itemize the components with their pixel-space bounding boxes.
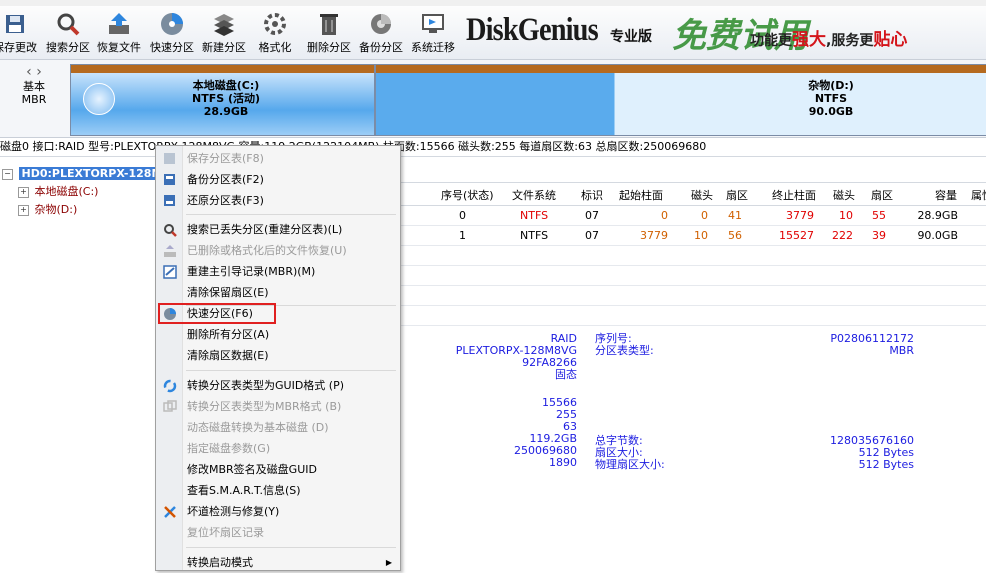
table-row[interactable]: 1 NTFS 07 3779 10 56 15527 222 39 90.0GB (399, 226, 986, 246)
search-partition-icon (53, 9, 83, 39)
backup-table-icon (162, 172, 177, 187)
disk-map: ‹ › 基本 MBR 本地磁盘(C:) NTFS (活动) 28.9GB 杂物(… (0, 60, 986, 138)
tree-partition-d[interactable]: + 杂物(D:) (18, 202, 77, 217)
system-migration-button[interactable]: 系统迁移 (408, 6, 458, 59)
search-partition-button[interactable]: 搜索分区 (44, 6, 92, 59)
menu-item-clear-reserved-sectors[interactable]: 清除保留扇区(E) (156, 282, 400, 303)
partition-block-c[interactable]: 本地磁盘(C:) NTFS (活动) 28.9GB (70, 64, 375, 136)
menu-item-set-disk-params[interactable]: 指定磁盘参数(G) (156, 438, 400, 459)
menu-item-convert-boot-mode[interactable]: 转换启动模式 ▶ (156, 552, 400, 573)
menu-item-recover-files[interactable]: 已删除或格式化后的文件恢复(U) (156, 240, 400, 261)
table-row-empty (399, 266, 986, 286)
disk-details-left-2: 15566 255 63 119.2GB 250069680 1890 (514, 396, 577, 469)
delete-partition-icon (314, 9, 344, 39)
table-row-empty (399, 306, 986, 326)
menu-item-bad-sector-repair[interactable]: 坏道检测与修复(Y) (156, 501, 400, 522)
menu-separator (186, 214, 396, 215)
new-partition-icon (209, 9, 239, 39)
recover-icon (162, 243, 177, 258)
disk-details-labels-2: 总字节数: 扇区大小: 物理扇区大小: (595, 434, 665, 471)
tab-strip (399, 166, 986, 183)
table-row-empty (399, 286, 986, 306)
quick-partition-icon (157, 9, 187, 39)
backup-partition-icon (366, 9, 396, 39)
menu-item-dynamic-to-basic[interactable]: 动态磁盘转换为基本磁盘 (D) (156, 417, 400, 438)
table-row-empty (399, 246, 986, 266)
disk-nav-arrows[interactable]: ‹ › (0, 64, 68, 80)
submenu-arrow-icon: ▶ (385, 558, 392, 567)
save-table-icon (162, 151, 177, 166)
menu-item-restore-table[interactable]: 还原分区表(F3) (156, 190, 400, 211)
product-edition: 专业版 (610, 29, 652, 45)
format-button[interactable]: 格式化 (255, 6, 295, 59)
disk-details-labels-1: 序列号: 分区表类型: (595, 332, 654, 357)
menu-item-backup-table[interactable]: 备份分区表(F2) (156, 169, 400, 190)
windows-logo-icon (83, 83, 115, 115)
quick-partition-button[interactable]: 快速分区 (147, 6, 197, 59)
table-header: 序号(状态) 文件系统 标识 起始柱面 磁头 扇区 终止柱面 磁头 扇区 容量 … (399, 186, 986, 206)
menu-item-delete-all-partitions[interactable]: 删除所有分区(A) (156, 324, 400, 345)
mbr-icon (162, 264, 177, 279)
menu-item-reset-bad-sectors[interactable]: 复位坏扇区记录 (156, 522, 400, 543)
menu-item-view-smart[interactable]: 查看S.M.A.R.T.信息(S) (156, 480, 400, 501)
new-partition-button[interactable]: 新建分区 (199, 6, 249, 59)
collapse-icon[interactable]: − (2, 168, 13, 180)
expand-icon[interactable]: + (18, 186, 29, 198)
partition-block-d[interactable]: 杂物(D:) NTFS 90.0GB (375, 64, 986, 136)
convert-mbr-icon (162, 399, 177, 414)
delete-partition-button[interactable]: 删除分区 (304, 6, 354, 59)
disk-info-line: 磁盘0 接口:RAID 型号:PLEXTORPX-128M8VG 容量:119.… (0, 138, 986, 157)
expand-icon[interactable]: + (18, 204, 29, 216)
disk-context-menu: 保存分区表(F8) 备份分区表(F2) 还原分区表(F3) 搜索已丢失分区(重建… (155, 145, 401, 571)
disk-details-left-1: RAID PLEXTORPX-128M8VG 92FA8266 固态 (455, 332, 577, 381)
menu-separator (186, 547, 396, 548)
search-icon (162, 222, 177, 237)
format-icon (260, 9, 290, 39)
system-migration-icon (418, 9, 448, 39)
menu-item-modify-mbr-signature[interactable]: 修改MBR签名及磁盘GUID (156, 459, 400, 480)
menu-item-rebuild-mbr[interactable]: 重建主引导记录(MBR)(M) (156, 261, 400, 282)
menu-separator (186, 370, 396, 371)
product-title: DiskGenius (466, 12, 599, 48)
recover-files-button[interactable]: 恢复文件 (95, 6, 143, 59)
product-banner: DiskGenius 专业版 免费试用 功能更强大,服务更贴心 (462, 6, 986, 59)
save-icon (0, 9, 30, 39)
recover-files-icon (104, 9, 134, 39)
disk-details-right-2: 128035676160 512 Bytes 512 Bytes (830, 434, 914, 471)
disk-tree: − HD0:PLEXTORPX-128M8VG + 本地磁盘(C:) + 杂物(… (0, 158, 191, 569)
menu-item-save-table[interactable]: 保存分区表(F8) (156, 148, 400, 169)
disk-type-panel: ‹ › 基本 MBR (0, 60, 68, 137)
menu-item-convert-to-guid[interactable]: 转换分区表类型为GUID格式 (P) (156, 375, 400, 396)
restore-table-icon (162, 193, 177, 208)
menu-item-convert-to-mbr[interactable]: 转换分区表类型为MBR格式 (B) (156, 396, 400, 417)
save-button[interactable]: 保存更改 (0, 6, 40, 59)
menu-item-search-lost-partitions[interactable]: 搜索已丢失分区(重建分区表)(L) (156, 219, 400, 240)
slogan: 功能更强大,服务更贴心 (750, 30, 908, 50)
menu-item-clear-sector-data[interactable]: 清除扇区数据(E) (156, 345, 400, 366)
backup-partition-button[interactable]: 备份分区 (356, 6, 406, 59)
disk-details-right-1: P02806112172 MBR (830, 332, 914, 357)
table-row[interactable]: 0 NTFS 07 0 0 41 3779 10 55 28.9GB (399, 206, 986, 226)
convert-guid-icon (162, 378, 177, 393)
quick-partition-highlight-box (158, 303, 276, 324)
tools-icon (162, 504, 177, 519)
tree-partition-c[interactable]: + 本地磁盘(C:) (18, 184, 98, 199)
